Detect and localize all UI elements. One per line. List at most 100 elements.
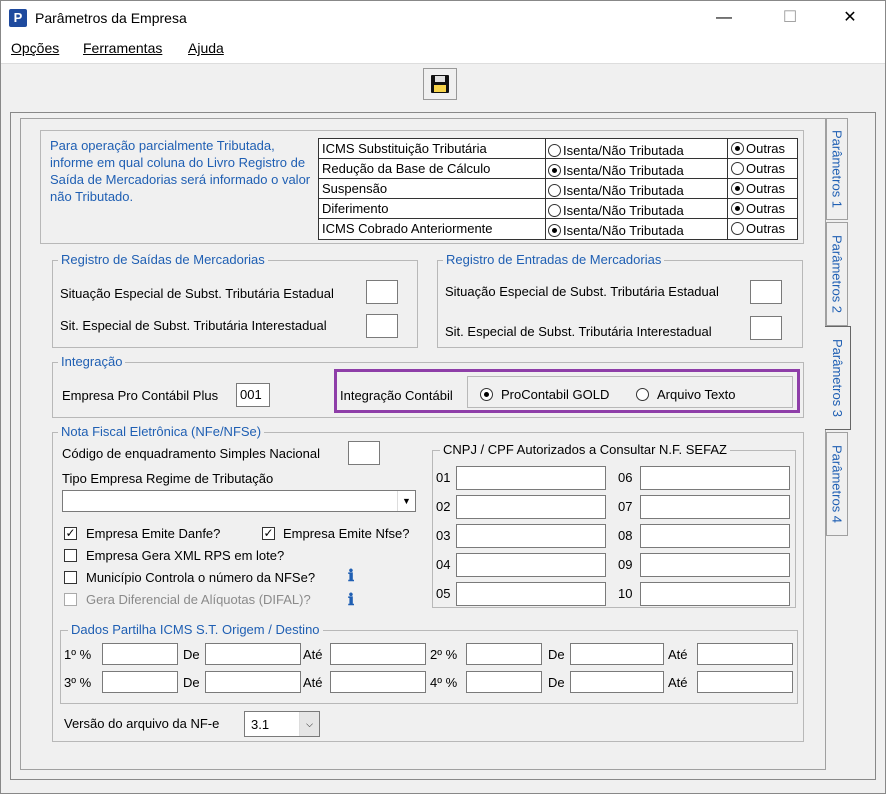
cnpj-input[interactable] [640,466,790,490]
partilha-ate-input[interactable] [697,643,793,665]
intro-text: Para operação parcialmente Tributada, in… [50,138,311,204]
option-isenta-label: Isenta/Não Tributada [563,182,684,198]
radio-button-icon [548,203,561,217]
option-isenta-radio[interactable]: Isenta/Não Tributada [548,159,728,179]
cnpj-input[interactable] [456,524,606,548]
cnpj-input[interactable] [456,495,606,519]
tab-label: Parâmetros 3 [830,338,845,418]
option-outras-label: Outras [746,221,786,236]
empresa-emite-danfe-checkbox[interactable]: ✓ [64,527,77,540]
partilha-percent-label: 2º % [430,647,458,662]
tab-label: Parâmetros 1 [829,129,845,209]
empresa-procontabil-label: Empresa Pro Contábil Plus [62,388,219,403]
cnpj-title: CNPJ / CPF Autorizados a Consultar N.F. … [440,442,730,457]
tax-row-name: Suspensão [319,179,546,199]
partilha-de-input[interactable] [570,671,664,693]
versao-nfe-select[interactable]: 3.1 ⌵ [244,711,320,737]
partilha-percent-input[interactable] [102,671,178,693]
info-icon[interactable]: ℹ [342,590,360,610]
difal-label: Gera Diferencial de Alíquotas (DIFAL)? [86,592,311,607]
integracao-title: Integração [58,354,126,369]
cnpj-number-label: 05 [436,586,451,601]
option-outras-radio[interactable]: Outras [731,201,785,216]
title-bar: P Parâmetros da Empresa — ☐ ✕ [1,1,885,35]
option-outras-label: Outras [746,141,786,156]
window-title: Parâmetros da Empresa [35,10,187,26]
saidas-estadual-input[interactable] [366,280,398,304]
option-isenta-radio[interactable]: Isenta/Não Tributada [548,219,728,239]
partilha-percent-input[interactable] [466,643,542,665]
partilha-ate-input[interactable] [330,643,426,665]
option-outras-radio[interactable]: Outras [731,141,785,156]
partilha-de-input[interactable] [570,643,664,665]
empresa-emite-nfse-checkbox[interactable]: ✓ [262,527,275,540]
partilha-de-input[interactable] [205,643,301,665]
procontabil-gold-radio[interactable]: ProContabil GOLD [480,387,609,402]
saidas-estadual-label: Situação Especial de Subst. Tributária E… [60,286,334,301]
cnpj-number-label: 07 [618,499,633,514]
arquivo-texto-radio[interactable]: Arquivo Texto [636,387,736,402]
menu-ferramentas[interactable]: Ferramentas [83,40,162,56]
option-isenta-label: Isenta/Não Tributada [563,202,684,218]
tab-parametros-4[interactable]: Parâmetros 4 [826,432,848,536]
partilha-percent-label: 1º % [64,647,92,662]
radio-button-icon [548,223,561,237]
partilha-percent-input[interactable] [466,671,542,693]
menu-ajuda-label: Ajuda [188,40,224,56]
chevron-down-icon: ▼ [397,491,415,511]
tab-label: Parâmetros 4 [829,444,845,524]
partilha-ate-label: Até [303,647,323,662]
partilha-percent-input[interactable] [102,643,178,665]
partilha-ate-input[interactable] [330,671,426,693]
radio-button-icon [548,163,561,177]
procontabil-gold-label: ProContabil GOLD [501,387,610,402]
radio-button-icon [731,202,744,215]
cnpj-input[interactable] [456,466,606,490]
tax-row-name: Redução da Base de Cálculo [319,159,546,179]
municipio-controla-checkbox[interactable] [64,571,77,584]
close-button[interactable]: ✕ [827,1,873,35]
cnpj-input[interactable] [456,582,606,606]
save-button[interactable] [423,68,457,100]
entradas-interestadual-input[interactable] [750,316,782,340]
menu-opcoes[interactable]: Opções [11,40,59,56]
option-isenta-radio[interactable]: Isenta/Não Tributada [548,199,728,219]
municipio-controla-label: Município Controla o número da NFSe? [86,570,316,585]
cnpj-number-label: 06 [618,470,633,485]
empresa-procontabil-input[interactable]: 001 [236,383,270,407]
partilha-ate-input[interactable] [697,671,793,693]
partilha-de-label: De [183,675,200,690]
partilha-de-input[interactable] [205,671,301,693]
cnpj-input[interactable] [640,524,790,548]
entradas-estadual-input[interactable] [750,280,782,304]
cnpj-input[interactable] [640,553,790,577]
cnpj-input[interactable] [640,582,790,606]
tab-parametros-2[interactable]: Parâmetros 2 [826,222,848,326]
option-isenta-label: Isenta/Não Tributada [563,142,684,158]
codigo-enquadramento-input[interactable] [348,441,380,465]
empresa-gera-xml-checkbox[interactable] [64,549,77,562]
option-isenta-radio[interactable]: Isenta/Não Tributada [548,179,728,199]
menu-ajuda[interactable]: Ajuda [188,40,224,56]
empresa-gera-xml-label: Empresa Gera XML RPS em lote? [86,548,285,563]
info-icon[interactable]: ℹ [342,566,360,586]
tax-row-name: Diferimento [319,199,546,219]
option-outras-radio[interactable]: Outras [731,181,785,196]
tab-parametros-3[interactable]: Parâmetros 3 [825,326,851,430]
empresa-emite-nfse-label: Empresa Emite Nfse? [283,526,410,541]
tax-table-row: Redução da Base de Cálculo Isenta/Não Tri… [319,159,797,179]
tab-label: Parâmetros 2 [829,234,845,314]
option-isenta-radio[interactable]: Isenta/Não Tributada [548,139,728,159]
tab-parametros-1[interactable]: Parâmetros 1 [826,118,848,220]
cnpj-input[interactable] [456,553,606,577]
option-outras-radio[interactable]: Outras [731,221,785,236]
option-outras-radio[interactable]: Outras [731,161,785,176]
cnpj-input[interactable] [640,495,790,519]
saidas-interestadual-input[interactable] [366,314,398,338]
maximize-button[interactable]: ☐ [767,1,813,35]
codigo-enquadramento-label: Código de enquadramento Simples Nacional [62,446,320,461]
tax-table-row: Suspensão Isenta/Não Tributada Outras [319,179,797,199]
minimize-button[interactable]: — [701,1,747,35]
empresa-emite-danfe-label: Empresa Emite Danfe? [86,526,221,541]
tipo-empresa-select[interactable]: ▼ [62,490,416,512]
